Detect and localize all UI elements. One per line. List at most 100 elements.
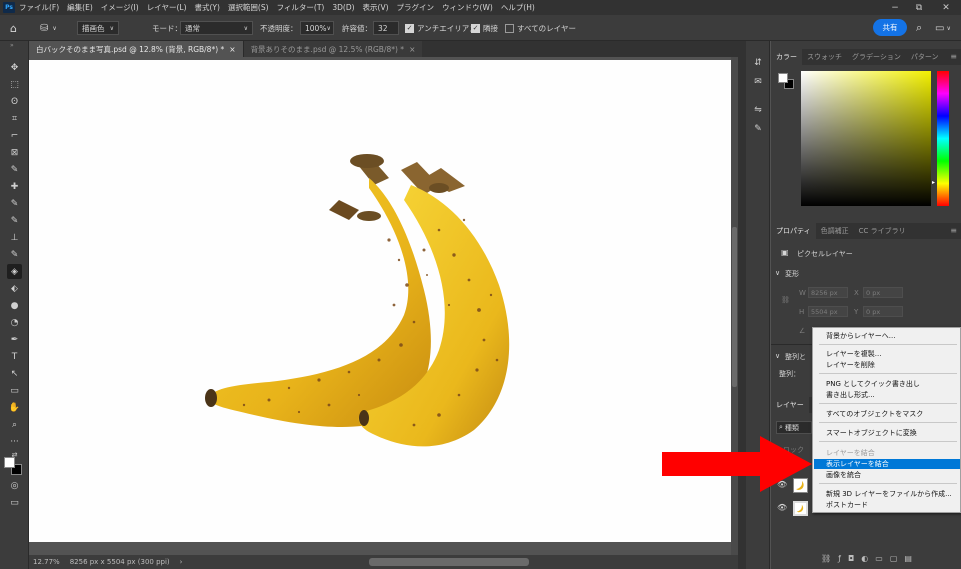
tab-patterns[interactable]: パターン — [906, 49, 944, 65]
menu-item-delete-layer[interactable]: レイヤーを削除 — [814, 360, 960, 370]
type-tool-icon[interactable]: T — [7, 349, 22, 364]
x-field[interactable]: 0 px — [863, 287, 903, 298]
fill-source-dropdown[interactable]: 描画色 ∨ — [77, 21, 119, 35]
horizontal-scrollbar[interactable] — [369, 558, 529, 566]
menu-item-merge-visible[interactable]: 表示レイヤーを結合 — [814, 459, 960, 469]
chevron-down-icon[interactable]: ∨ — [775, 352, 780, 360]
close-tab-icon[interactable]: × — [409, 45, 415, 54]
adjust-panel-icon[interactable]: ⇋ — [750, 102, 766, 118]
color-field[interactable] — [801, 71, 931, 206]
marquee-tool-icon[interactable]: ⬚ — [7, 77, 22, 92]
antialias-checkbox[interactable]: ✓ アンチエイリアス — [405, 20, 477, 36]
menu-item-layer-from-background[interactable]: 背景からレイヤーへ... — [814, 331, 960, 341]
move-tool-icon[interactable]: ✥ — [7, 60, 22, 75]
crop-tool-icon[interactable]: ⌐ — [7, 128, 22, 143]
panel-menu-icon[interactable]: ≡ — [950, 226, 957, 235]
screen-mode-icon[interactable]: ▭ — [7, 495, 22, 510]
tab-document-1[interactable]: 白バックそのまま写真.psd @ 12.8% (背景, RGB/8*) * × — [29, 41, 243, 57]
eraser-tool-icon[interactable]: ✎ — [7, 247, 22, 262]
height-field[interactable]: 5504 px — [808, 306, 848, 317]
layer-actions-bar[interactable]: ⛓ƒ◘◐▭▢▤ — [821, 554, 919, 563]
restore-button[interactable]: ⧉ — [907, 0, 931, 15]
contiguous-checkbox[interactable]: ✓ 隣接 — [471, 20, 498, 36]
foreground-color-chip[interactable] — [778, 73, 788, 83]
minimize-button[interactable]: − — [883, 0, 907, 15]
quick-selection-tool-icon[interactable]: ⌗ — [7, 111, 22, 126]
menu-filter[interactable]: フィルター(T) — [277, 2, 325, 13]
frame-tool-icon[interactable]: ⊠ — [7, 145, 22, 160]
chevron-down-icon[interactable]: ∨ — [775, 269, 780, 277]
menu-item-postcard[interactable]: ポストカード — [814, 500, 960, 510]
tolerance-field[interactable]: 32 — [373, 21, 399, 35]
panel-menu-icon[interactable]: ≡ — [950, 52, 957, 61]
paint-bucket-tool-icon[interactable]: ◈ — [7, 264, 22, 279]
menu-3d[interactable]: 3D(D) — [332, 3, 354, 12]
quick-mask-icon[interactable]: ◎ — [7, 478, 22, 493]
history-panel-icon[interactable]: ⇵ — [750, 55, 766, 71]
zoom-level[interactable]: 12.77% — [33, 558, 60, 566]
comments-panel-icon[interactable]: ✉ — [750, 74, 766, 90]
canvas-area[interactable] — [29, 57, 738, 555]
close-tab-icon[interactable]: × — [229, 45, 235, 54]
menu-type[interactable]: 書式(Y) — [195, 2, 220, 13]
foreground-color-swatch[interactable] — [4, 457, 15, 468]
document-canvas[interactable] — [29, 60, 734, 542]
brush-panel-icon[interactable]: ✎ — [750, 121, 766, 137]
menu-file[interactable]: ファイル(F) — [19, 2, 59, 13]
angle-icon[interactable]: ∠ — [799, 327, 805, 335]
collapse-icon[interactable]: » — [10, 42, 14, 49]
tab-swatches[interactable]: スウォッチ — [802, 49, 847, 65]
menu-item-mask-all-objects[interactable]: すべてのオブジェクトをマスク — [814, 409, 960, 419]
paint-bucket-tool-icon[interactable]: ⛁ ∨ — [40, 20, 57, 36]
tab-layers[interactable]: レイヤー — [771, 397, 809, 413]
brush-tool-icon[interactable]: ✎ — [7, 196, 22, 211]
eyedropper-tool-icon[interactable]: ✎ — [7, 162, 22, 177]
status-arrow-icon[interactable]: › — [180, 558, 183, 566]
opacity-field[interactable]: 100% ∨ — [300, 21, 334, 35]
sponge-tool-icon[interactable]: ◔ — [7, 315, 22, 330]
clone-stamp-tool-icon[interactable]: ✎ — [7, 213, 22, 228]
rectangle-tool-icon[interactable]: ▭ — [7, 383, 22, 398]
tab-document-2[interactable]: 背景ありそのまま.psd @ 12.5% (RGB/8*) * × — [242, 41, 423, 57]
menu-edit[interactable]: 編集(E) — [67, 2, 93, 13]
width-field[interactable]: 8256 px — [808, 287, 848, 298]
menu-item-convert-smart-object[interactable]: スマートオブジェクトに変換 — [814, 428, 960, 438]
menu-item-quick-export-png[interactable]: PNG としてクイック書き出し — [814, 379, 960, 389]
menu-image[interactable]: イメージ(I) — [101, 2, 139, 13]
all-layers-checkbox[interactable]: すべてのレイヤー — [505, 20, 576, 36]
layer-filter-dropdown[interactable]: ⌕ 種類 — [776, 421, 812, 434]
hand-tool-icon[interactable]: ✋ — [7, 400, 22, 415]
menu-item-new-3d-layer[interactable]: 新規 3D レイヤーをファイルから作成... — [814, 489, 960, 499]
menu-item-duplicate-layer[interactable]: レイヤーを複製... — [814, 349, 960, 359]
blur-tool-icon[interactable]: ⬖ — [7, 281, 22, 296]
menu-plugins[interactable]: プラグイン — [397, 2, 435, 13]
healing-brush-tool-icon[interactable]: ✚ — [7, 179, 22, 194]
tab-adjustments[interactable]: 色調補正 — [816, 223, 854, 239]
hue-pointer-icon[interactable]: ▸ — [932, 179, 935, 186]
lasso-tool-icon[interactable]: ʘ — [7, 94, 22, 109]
share-button[interactable]: 共有 — [873, 19, 907, 36]
menu-select[interactable]: 選択範囲(S) — [228, 2, 269, 13]
pen-tool-icon[interactable]: ✒ — [7, 332, 22, 347]
scroll-thumb[interactable] — [732, 227, 737, 387]
y-field[interactable]: 0 px — [863, 306, 903, 317]
dodge-tool-icon[interactable]: ● — [7, 298, 22, 313]
menu-item-export-as[interactable]: 書き出し形式... — [814, 390, 960, 400]
visibility-eye-icon[interactable]: 👁 — [777, 503, 787, 512]
tab-properties[interactable]: プロパティ — [771, 223, 816, 239]
close-window-button[interactable]: ✕ — [934, 0, 958, 15]
menu-window[interactable]: ウィンドウ(W) — [442, 2, 493, 13]
home-icon[interactable]: ⌂ — [10, 20, 17, 36]
menu-help[interactable]: ヘルプ(H) — [501, 2, 535, 13]
mode-dropdown[interactable]: 通常 ∨ — [180, 21, 253, 35]
tab-cc-libraries[interactable]: CC ライブラリ — [854, 223, 911, 239]
menu-layer[interactable]: レイヤー(L) — [147, 2, 187, 13]
tab-gradients[interactable]: グラデーション — [847, 49, 906, 65]
zoom-tool-icon[interactable]: ⌕ — [7, 417, 22, 432]
path-selection-tool-icon[interactable]: ↖ — [7, 366, 22, 381]
history-brush-tool-icon[interactable]: ⊥ — [7, 230, 22, 245]
tab-color[interactable]: カラー — [771, 49, 802, 65]
menu-item-flatten-image[interactable]: 画像を統合 — [814, 470, 960, 480]
menu-view[interactable]: 表示(V) — [363, 2, 389, 13]
link-icon[interactable]: ⛓ — [781, 296, 790, 304]
